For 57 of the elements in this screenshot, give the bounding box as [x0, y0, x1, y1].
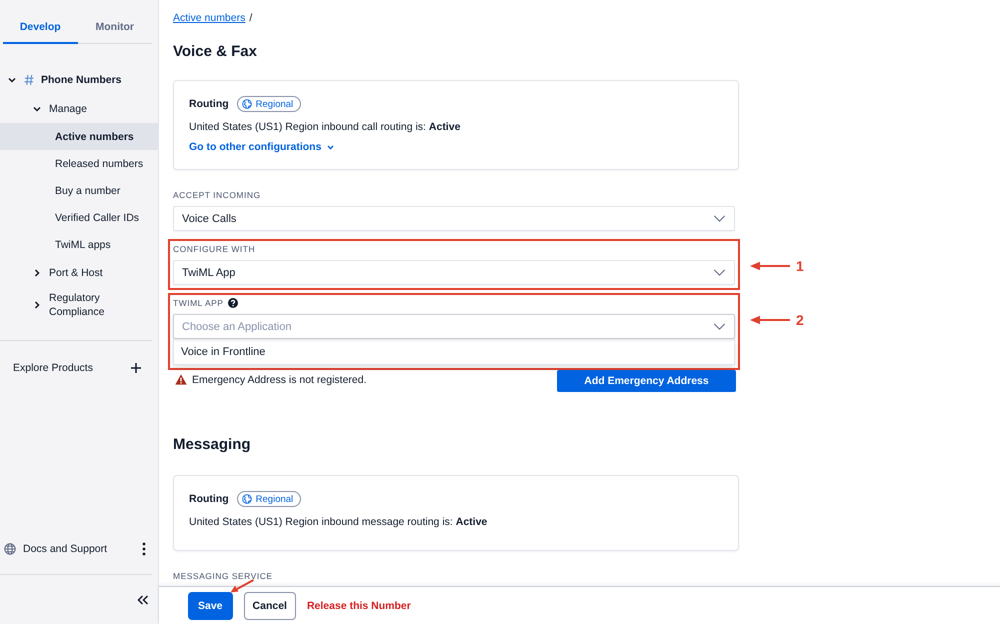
routing-title: Routing	[189, 493, 229, 505]
nav-item[interactable]: Buy a number	[0, 177, 158, 204]
breadcrumb-separator: /	[249, 11, 252, 26]
region-label: Regional	[256, 494, 294, 504]
routing-title: Routing	[189, 98, 229, 110]
nav-item[interactable]: Phone Numbers	[0, 66, 158, 94]
nav-item[interactable]: Verified Caller IDs	[0, 204, 158, 231]
nav-item[interactable]: Active numbers	[0, 123, 158, 150]
docs-support-item[interactable]: Docs and Support	[4, 543, 108, 555]
chevron-icon[interactable]	[33, 301, 41, 309]
nav-item[interactable]: Port & Host	[0, 258, 158, 287]
plus-icon	[131, 363, 141, 373]
release-number-link[interactable]: Release this Number	[306, 592, 411, 620]
globe-icon	[242, 99, 252, 109]
explore-products-item[interactable]: Explore Products	[0, 341, 158, 393]
chevron-down-icon	[713, 215, 726, 222]
field-label: TWIML APP	[173, 297, 224, 309]
routing-status: United States (US1) Region inbound message routing is: Active	[189, 515, 488, 530]
globe-icon	[4, 543, 16, 555]
chevron-icon[interactable]	[33, 268, 41, 276]
configurations-link[interactable]: Go to other configurations	[189, 139, 334, 155]
callout-arrow	[750, 261, 790, 271]
double-chevron-icon[interactable]	[137, 594, 149, 604]
chevron-icon[interactable]	[8, 76, 16, 84]
cancel-button[interactable]: Cancel	[244, 592, 296, 620]
warning-icon	[175, 374, 187, 385]
field-label: CONFIGURE WITH	[173, 243, 256, 255]
chevron-down-icon	[713, 269, 726, 276]
callout-number: 2	[796, 312, 804, 328]
chevron-down-icon	[713, 323, 726, 330]
field-label: MESSAGING SERVICE	[173, 570, 273, 582]
chevron-icon[interactable]	[33, 104, 41, 112]
nav-item[interactable]: Manage	[0, 94, 158, 123]
dropdown-option[interactable]: Voice in Frontline	[174, 339, 734, 364]
sidebar-tab[interactable]: Monitor	[78, 0, 152, 44]
add-address-button[interactable]: Add Emergency Address	[557, 370, 736, 392]
globe-icon	[242, 494, 252, 504]
section-heading: Voice & Fax	[173, 43, 258, 61]
sidebar-tab[interactable]: Develop	[3, 0, 78, 44]
warning-text: Emergency Address is not registered.	[192, 374, 367, 386]
field-label: ACCEPT INCOMING	[173, 189, 261, 201]
help-icon[interactable]	[228, 298, 238, 308]
select-field[interactable]: Voice Calls	[173, 206, 735, 231]
nav-item[interactable]: TwiML apps	[0, 231, 158, 258]
callout-arrow	[750, 315, 790, 325]
chevron-down-icon	[327, 144, 334, 150]
region-label: Regional	[256, 98, 294, 110]
save-button[interactable]: Save	[188, 592, 233, 620]
callout-number: 1	[796, 258, 804, 274]
nav-item[interactable]: Released numbers	[0, 150, 158, 177]
more-icon[interactable]	[142, 542, 146, 556]
routing-status: United States (US1) Region inbound call routing is: Active	[189, 120, 462, 135]
nav-item[interactable]: Regulatory Compliance	[0, 287, 158, 323]
select-field[interactable]: TwiML App	[173, 260, 735, 285]
breadcrumb-link[interactable]: Active numbers	[173, 10, 246, 26]
hash-icon	[24, 74, 34, 86]
section-heading: Messaging	[173, 436, 252, 454]
